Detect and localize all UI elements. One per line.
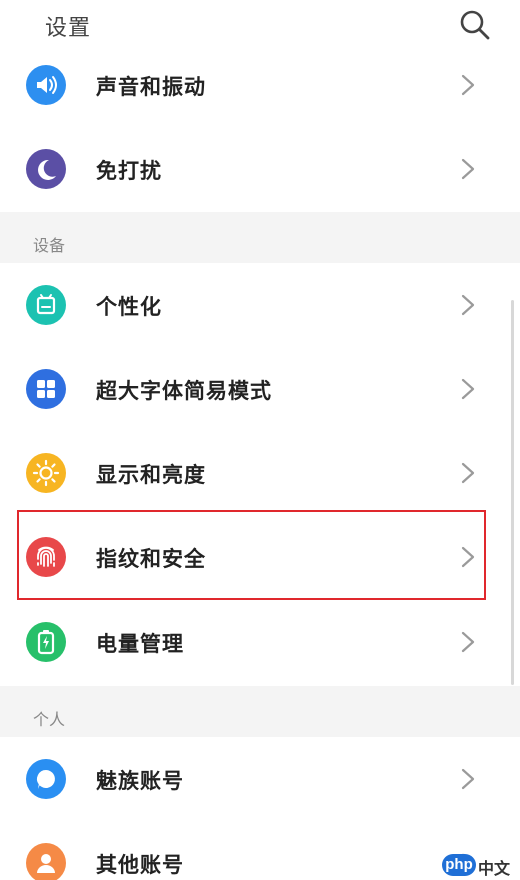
settings-item-flyme-account[interactable]: 魅族账号	[0, 737, 520, 821]
watermark: php 中文网	[440, 852, 518, 878]
settings-item-label: 其他账号	[96, 853, 184, 877]
chevron-right-icon	[460, 294, 476, 316]
person-icon	[26, 843, 66, 880]
settings-item-label: 声音和振动	[96, 75, 206, 99]
settings-screen: 设置 声音和振动 免打扰 设备 个性化 超大字体简易模式 显示和亮度 指纹和安全…	[0, 0, 520, 880]
settings-item-sound[interactable]: 声音和振动	[0, 43, 520, 127]
sun-icon	[26, 453, 66, 493]
grid-icon	[26, 369, 66, 409]
theme-icon	[26, 285, 66, 325]
section-label: 设备	[33, 236, 66, 255]
chevron-right-icon	[460, 546, 476, 568]
settings-item-personalize[interactable]: 个性化	[0, 263, 520, 347]
chevron-right-icon	[460, 158, 476, 180]
section-header-device: 设备	[0, 212, 520, 263]
settings-item-fingerprint-security[interactable]: 指纹和安全	[0, 515, 520, 599]
settings-item-display[interactable]: 显示和亮度	[0, 431, 520, 515]
flyme-account-icon	[26, 759, 66, 799]
chevron-right-icon	[460, 631, 476, 653]
settings-item-battery[interactable]: 电量管理	[0, 600, 520, 684]
chevron-right-icon	[460, 462, 476, 484]
settings-item-label: 个性化	[96, 295, 162, 319]
section-label: 个人	[33, 710, 66, 729]
settings-item-do-not-disturb[interactable]: 免打扰	[0, 127, 520, 211]
chevron-right-icon	[460, 768, 476, 790]
speaker-icon	[26, 65, 66, 105]
chevron-right-icon	[460, 378, 476, 400]
settings-item-label: 免打扰	[96, 159, 162, 183]
section-header-personal: 个人	[0, 686, 520, 737]
moon-icon	[26, 149, 66, 189]
chevron-right-icon	[460, 74, 476, 96]
search-icon[interactable]	[458, 8, 492, 42]
page-title: 设置	[45, 16, 92, 41]
watermark-logo: php	[442, 854, 476, 876]
battery-icon	[26, 622, 66, 662]
scrollbar[interactable]	[511, 300, 514, 685]
settings-item-label: 指纹和安全	[96, 547, 206, 571]
settings-item-label: 魅族账号	[96, 769, 184, 793]
settings-item-label: 电量管理	[96, 632, 184, 656]
settings-item-big-font-mode[interactable]: 超大字体简易模式	[0, 347, 520, 431]
settings-item-label: 超大字体简易模式	[96, 379, 272, 403]
settings-item-label: 显示和亮度	[96, 463, 206, 487]
watermark-text: 中文网	[478, 859, 511, 878]
fingerprint-icon	[26, 537, 66, 577]
